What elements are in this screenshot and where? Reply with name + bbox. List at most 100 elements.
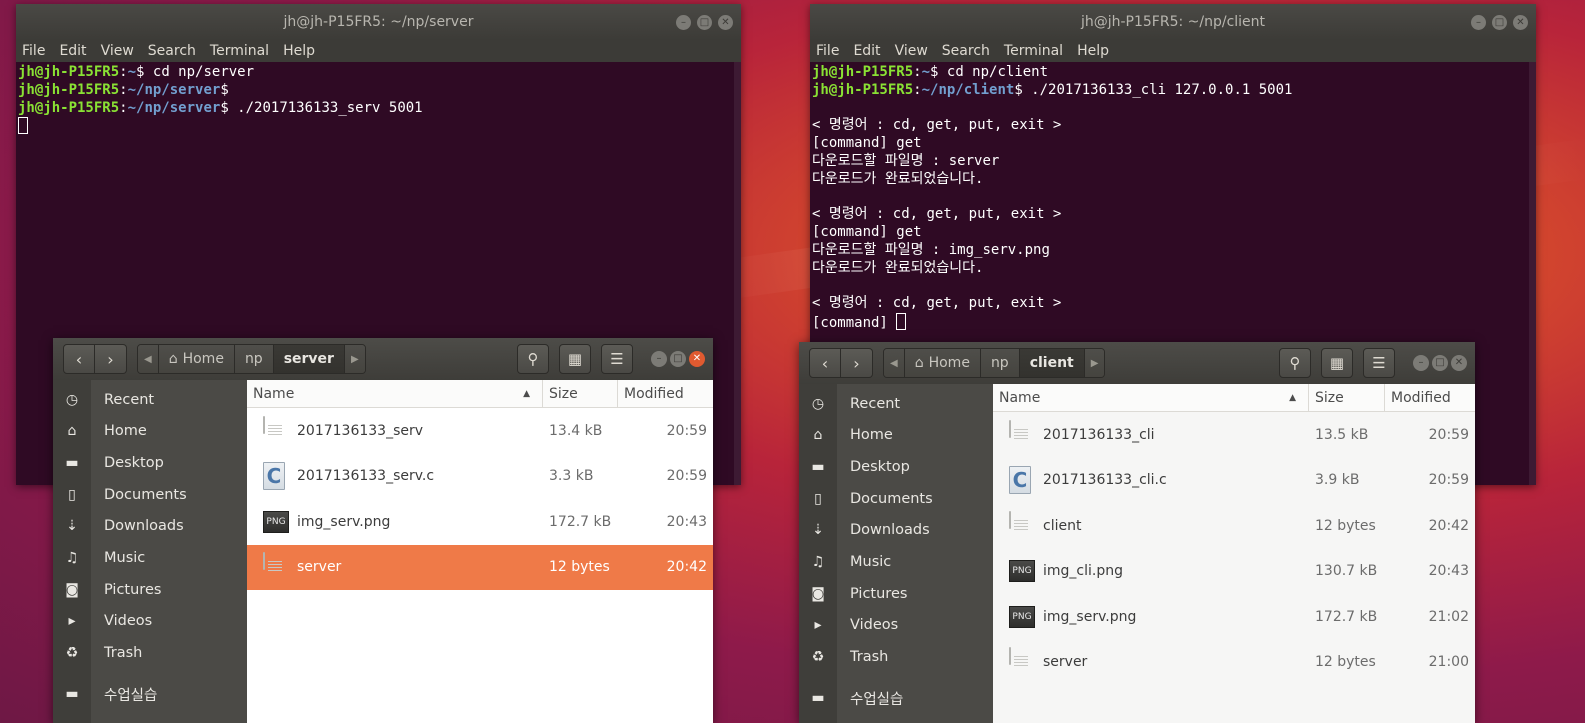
maximize-icon[interactable]: □ bbox=[1432, 355, 1448, 371]
sidebar-item-desktop[interactable]: ▬ Desktop bbox=[53, 449, 247, 477]
file-name: 2017136133_cli bbox=[1043, 426, 1155, 443]
forward-icon[interactable]: › bbox=[95, 344, 127, 374]
file-row[interactable]: server 12 bytes 20:42 bbox=[247, 544, 713, 590]
menu-edit[interactable]: Edit bbox=[59, 43, 86, 59]
maximize-icon[interactable]: □ bbox=[697, 15, 712, 30]
sidebar-item-home[interactable]: ⌂ Home bbox=[53, 417, 247, 445]
back-icon[interactable]: ‹ bbox=[809, 348, 841, 378]
menu-help[interactable]: Help bbox=[283, 43, 315, 59]
crumb-np[interactable]: np bbox=[980, 349, 1020, 377]
crumb-right-arrow-icon[interactable]: ▶ bbox=[1084, 349, 1105, 377]
sidebar-item-trash[interactable]: ♻ Trash bbox=[799, 643, 993, 671]
crumb-server[interactable]: server bbox=[273, 345, 345, 373]
close-icon[interactable]: ✕ bbox=[1451, 355, 1467, 371]
sidebar-item-recent[interactable]: ◷ Recent bbox=[799, 390, 993, 418]
sidebar-item-videos[interactable]: ▸ Videos bbox=[53, 607, 247, 635]
minimize-icon[interactable]: – bbox=[1471, 15, 1486, 30]
headerbar[interactable]: ‹ › ◀ ⌂ Home np client ▶ ⚲ ▦ ☰ – □ ✕ bbox=[799, 342, 1475, 384]
menu-search[interactable]: Search bbox=[148, 43, 196, 59]
sidebar-item-videos[interactable]: ▸ Videos bbox=[799, 611, 993, 639]
column-size[interactable]: Size bbox=[1309, 384, 1385, 411]
grid-view-icon[interactable]: ▦ bbox=[1321, 348, 1353, 378]
menu-search[interactable]: Search bbox=[942, 43, 990, 59]
column-modified[interactable]: Modified bbox=[1385, 384, 1475, 411]
sidebar-item-downloads[interactable]: ⇣ Downloads bbox=[53, 512, 247, 540]
file-modified: 20:59 bbox=[1428, 472, 1469, 489]
terminal-titlebar[interactable]: jh@jh-P15FR5: ~/np/client – □ ✕ bbox=[810, 4, 1536, 40]
terminal-cursor bbox=[896, 313, 907, 331]
menu-file[interactable]: File bbox=[22, 43, 45, 59]
file-name-cell: 2017136133_cli bbox=[993, 419, 1309, 449]
menu-help[interactable]: Help bbox=[1077, 43, 1109, 59]
search-icon[interactable]: ⚲ bbox=[1279, 348, 1311, 378]
sidebar-item-music[interactable]: ♫ Music bbox=[799, 548, 993, 576]
sidebar-item-documents[interactable]: ▯ Documents bbox=[53, 481, 247, 509]
file-row[interactable]: PNG img_serv.png 172.7 kB 21:02 bbox=[993, 594, 1475, 640]
grid-view-icon[interactable]: ▦ bbox=[559, 344, 591, 374]
menu-file[interactable]: File bbox=[816, 43, 839, 59]
menu-icon[interactable]: ☰ bbox=[1363, 348, 1395, 378]
maximize-icon[interactable]: □ bbox=[670, 351, 686, 367]
close-icon[interactable]: ✕ bbox=[689, 351, 705, 367]
file-row[interactable]: PNG img_serv.png 172.7 kB 20:43 bbox=[247, 499, 713, 545]
menu-edit[interactable]: Edit bbox=[853, 43, 880, 59]
file-row[interactable]: 2017136133_serv 13.4 kB 20:59 bbox=[247, 408, 713, 454]
sidebar-item-trash[interactable]: ♻ Trash bbox=[53, 639, 247, 667]
sidebar-item-home[interactable]: ⌂ Home bbox=[799, 421, 993, 449]
minimize-icon[interactable]: – bbox=[676, 15, 691, 30]
crumb-left-arrow-icon[interactable]: ◀ bbox=[138, 345, 159, 373]
column-modified[interactable]: Modified bbox=[618, 380, 713, 407]
sidebar-item-folder[interactable]: ▬ 수업실습 bbox=[53, 680, 247, 708]
menu-view[interactable]: View bbox=[101, 43, 134, 59]
menu-terminal[interactable]: Terminal bbox=[210, 43, 269, 59]
terminal-output[interactable]: jh@jh-P15FR5:~$ cd np/client jh@jh-P15FR5… bbox=[810, 62, 1536, 333]
file-row[interactable]: PNG img_cli.png 130.7 kB 20:43 bbox=[993, 549, 1475, 595]
file-row[interactable]: client 12 bytes 20:42 bbox=[993, 503, 1475, 549]
minimize-icon[interactable]: – bbox=[1413, 355, 1429, 371]
minimize-icon[interactable]: – bbox=[651, 351, 667, 367]
sidebar-item-desktop[interactable]: ▬ Desktop bbox=[799, 453, 993, 481]
close-icon[interactable]: ✕ bbox=[1513, 15, 1528, 30]
column-name[interactable]: Name ▲ bbox=[247, 380, 543, 407]
column-size[interactable]: Size bbox=[543, 380, 618, 407]
column-name[interactable]: Name ▲ bbox=[993, 384, 1309, 411]
crumb-np[interactable]: np bbox=[234, 345, 274, 373]
crumb-right-arrow-icon[interactable]: ▶ bbox=[344, 345, 365, 373]
terminal-titlebar[interactable]: jh@jh-P15FR5: ~/np/server – □ ✕ bbox=[16, 4, 741, 40]
forward-icon[interactable]: › bbox=[841, 348, 873, 378]
terminal-line: < 명령어 : cd, get, put, exit > bbox=[812, 295, 1062, 312]
menu-icon[interactable]: ☰ bbox=[601, 344, 633, 374]
file-name-cell: server bbox=[993, 647, 1309, 676]
file-manager-client[interactable]: ‹ › ◀ ⌂ Home np client ▶ ⚲ ▦ ☰ – □ ✕ ◷ Rec… bbox=[799, 342, 1475, 723]
menu-view[interactable]: View bbox=[895, 43, 928, 59]
sidebar-item-pictures[interactable]: ◙ Pictures bbox=[799, 580, 993, 608]
crumb-client[interactable]: client bbox=[1019, 349, 1085, 377]
back-icon[interactable]: ‹ bbox=[63, 344, 95, 374]
file-row[interactable]: C 2017136133_cli.c 3.9 kB 20:59 bbox=[993, 458, 1475, 504]
close-icon[interactable]: ✕ bbox=[718, 15, 733, 30]
sidebar-item-documents[interactable]: ▯ Documents bbox=[799, 485, 993, 513]
file-row[interactable]: C 2017136133_serv.c 3.3 kB 20:59 bbox=[247, 454, 713, 500]
headerbar[interactable]: ‹ › ◀ ⌂ Home np server ▶ ⚲ ▦ ☰ – □ ✕ bbox=[53, 338, 713, 380]
crumb-home[interactable]: ⌂ Home bbox=[904, 349, 981, 377]
crumb-left-arrow-icon[interactable]: ◀ bbox=[884, 349, 905, 377]
file-row[interactable]: 2017136133_cli 13.5 kB 20:59 bbox=[993, 412, 1475, 458]
terminal-output[interactable]: jh@jh-P15FR5:~$ cd np/server jh@jh-P15FR5… bbox=[16, 62, 741, 137]
sidebar-item-recent[interactable]: ◷ Recent bbox=[53, 386, 247, 414]
terminal-scrollbar[interactable] bbox=[734, 62, 741, 485]
sidebar-item-pictures[interactable]: ◙ Pictures bbox=[53, 576, 247, 604]
sidebar-item-folder[interactable]: ▬ 수업실습 bbox=[799, 684, 993, 712]
maximize-icon[interactable]: □ bbox=[1492, 15, 1507, 30]
search-icon[interactable]: ⚲ bbox=[517, 344, 549, 374]
file-name: client bbox=[1043, 517, 1082, 534]
crumb-home[interactable]: ⌂ Home bbox=[158, 345, 235, 373]
sidebar-item-downloads[interactable]: ⇣ Downloads bbox=[799, 516, 993, 544]
sidebar-item-music[interactable]: ♫ Music bbox=[53, 544, 247, 572]
png-icon: PNG bbox=[1009, 603, 1035, 631]
terminal-scrollbar[interactable] bbox=[1529, 62, 1536, 485]
c-source-icon: C bbox=[263, 462, 287, 491]
file-row[interactable]: server 12 bytes 21:00 bbox=[993, 640, 1475, 686]
menu-terminal[interactable]: Terminal bbox=[1004, 43, 1063, 59]
file-manager-server[interactable]: ‹ › ◀ ⌂ Home np server ▶ ⚲ ▦ ☰ – □ ✕ ◷ Rec… bbox=[53, 338, 713, 723]
